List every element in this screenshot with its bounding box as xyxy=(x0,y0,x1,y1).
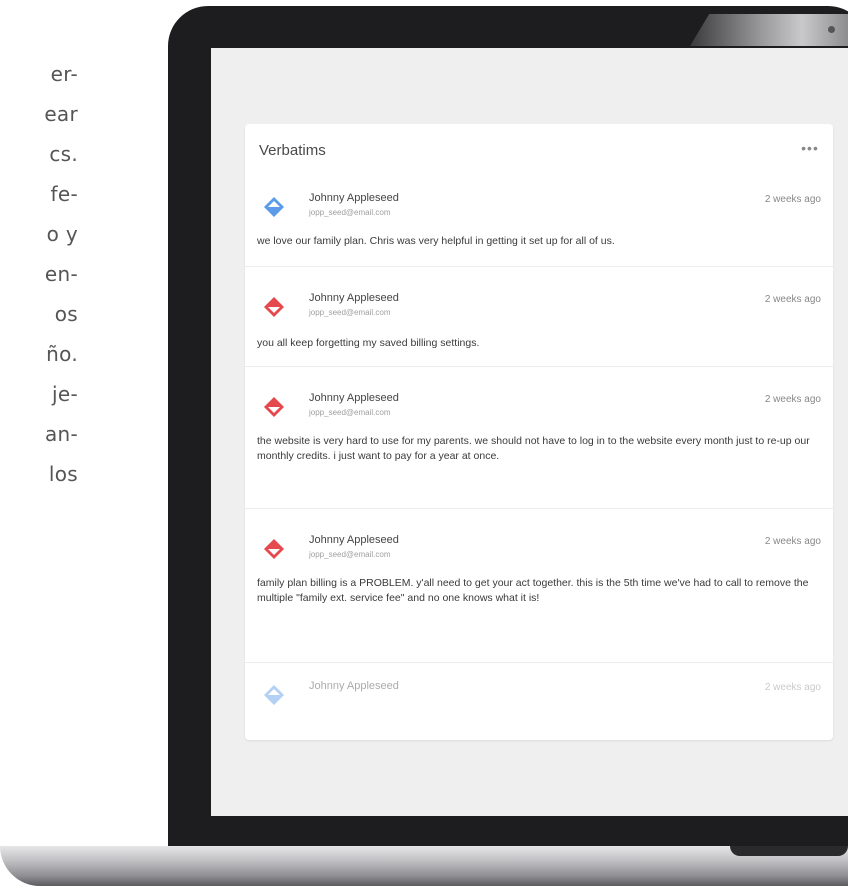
verbatim-item: Johnny Appleseed jopp_seed@email.com 2 w… xyxy=(245,382,833,509)
side-copy-line: os xyxy=(54,302,78,326)
diamond-negative-icon xyxy=(264,297,284,317)
timestamp: 2 weeks ago xyxy=(764,294,821,305)
diamond-negative-icon xyxy=(264,397,284,417)
side-copy-line: o y xyxy=(46,222,78,246)
author-email: jopp_seed@email.com xyxy=(309,208,391,217)
verbatim-item: Johnny Appleseed jopp_seed@email.com 2 w… xyxy=(245,524,833,663)
verbatim-item: Johnny Appleseed jopp_seed@email.com 2 w… xyxy=(245,182,833,267)
verbatims-card: Verbatims ••• Johnny Appleseed jopp_seed… xyxy=(245,124,833,740)
timestamp: 2 weeks ago xyxy=(764,194,821,205)
side-copy-line: je- xyxy=(52,382,78,406)
side-copy-line: ear xyxy=(44,102,78,126)
diamond-negative-icon xyxy=(264,539,284,559)
laptop-base xyxy=(0,846,848,886)
comment-text: the website is very hard to use for my p… xyxy=(257,435,810,462)
camera-icon xyxy=(828,26,835,33)
timestamp: 2 weeks ago xyxy=(764,536,821,547)
author-email: jopp_seed@email.com xyxy=(309,408,391,417)
side-copy-line: er- xyxy=(50,62,78,86)
more-options-button[interactable]: ••• xyxy=(797,138,823,158)
side-copy-line: cs. xyxy=(49,142,78,166)
timestamp: 2 weeks ago xyxy=(764,682,821,693)
side-copy-line: an- xyxy=(44,422,78,446)
comment-text: you all keep forgetting my saved billing… xyxy=(257,337,480,349)
side-copy-line: fe- xyxy=(50,182,78,206)
verbatim-item: Johnny Appleseed jopp_seed@email.com 2 w… xyxy=(245,282,833,367)
laptop-hinge xyxy=(730,846,848,856)
side-copy-line: los xyxy=(48,462,78,486)
diamond-positive-icon xyxy=(264,197,284,217)
comment-text: we love our family plan. Chris was very … xyxy=(257,235,615,247)
timestamp: 2 weeks ago xyxy=(764,394,821,405)
laptop-screen: Verbatims ••• Johnny Appleseed jopp_seed… xyxy=(211,48,848,816)
card-title: Verbatims xyxy=(259,142,326,159)
side-copy: er- ear cs. fe- o y en- os ño. je- an- l… xyxy=(0,62,78,602)
author-name[interactable]: Johnny Appleseed xyxy=(309,192,399,204)
author-name[interactable]: Johnny Appleseed xyxy=(309,680,399,692)
author-name[interactable]: Johnny Appleseed xyxy=(309,534,399,546)
diamond-positive-icon xyxy=(264,685,284,705)
author-email: jopp_seed@email.com xyxy=(309,308,391,317)
author-email: jopp_seed@email.com xyxy=(309,550,391,559)
lid-highlight xyxy=(690,14,848,46)
author-name[interactable]: Johnny Appleseed xyxy=(309,292,399,304)
verbatim-item: Johnny Appleseed 2 weeks ago xyxy=(245,670,833,740)
comment-text: family plan billing is a PROBLEM. y'all … xyxy=(257,577,809,604)
author-name[interactable]: Johnny Appleseed xyxy=(309,392,399,404)
side-copy-line: ño. xyxy=(46,342,78,366)
side-copy-line: en- xyxy=(44,262,78,286)
